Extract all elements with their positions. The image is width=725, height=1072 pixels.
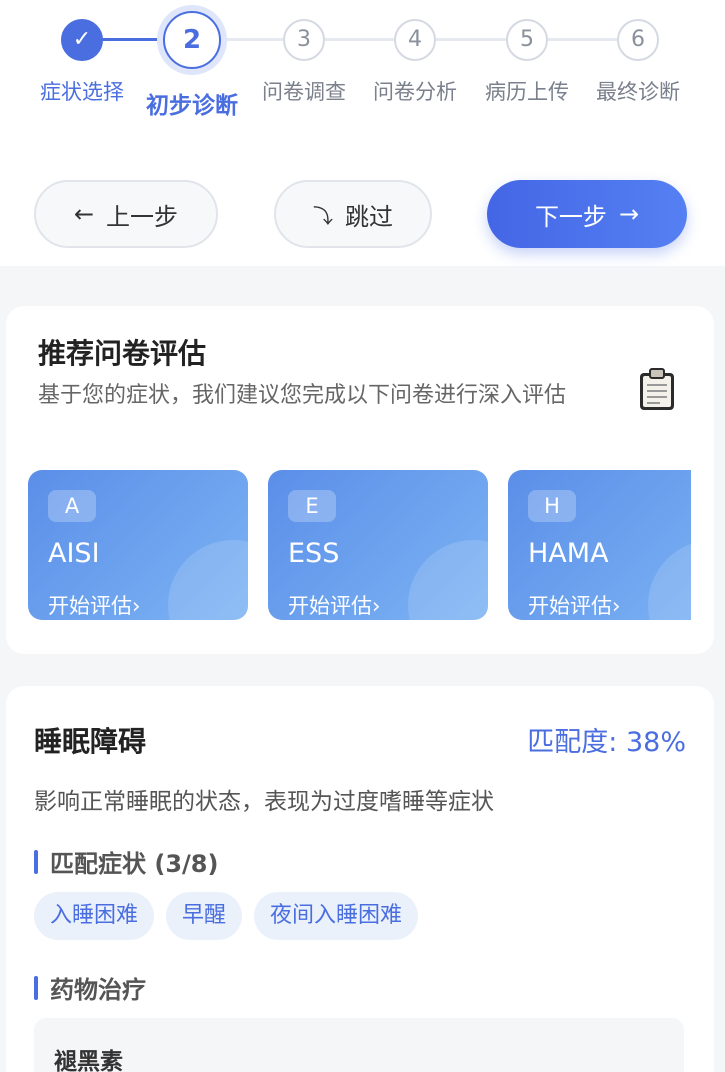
progress-stepper: ✓ 症状选择 2 初步诊断 3 问卷调查 4 问卷分析 5 病历上传 6 最终诊…: [0, 0, 725, 130]
questionnaire-title: 推荐问卷评估: [38, 337, 207, 370]
questionnaire-item-aisi[interactable]: A AISI 开始评估›: [28, 470, 248, 620]
questionnaire-card: 推荐问卷评估 基于您的症状，我们建议您完成以下问卷进行深入评估 A AISI 开…: [6, 306, 714, 654]
questionnaire-item-hama[interactable]: H HAMA 开始评估›: [508, 470, 691, 620]
previous-label: 上一步: [106, 202, 179, 231]
questionnaire-badge: A: [48, 490, 96, 522]
next-button[interactable]: 下一步 →: [487, 180, 687, 248]
top-panel: ✓ 症状选择 2 初步诊断 3 问卷调查 4 问卷分析 5 病历上传 6 最终诊…: [0, 0, 725, 266]
step-label: 问卷调查: [262, 80, 346, 104]
step-label: 最终诊断: [596, 80, 680, 104]
step-label: 问卷分析: [373, 80, 457, 104]
start-assessment-link[interactable]: 开始评估›: [528, 590, 620, 620]
questionnaire-name: AISI: [48, 538, 100, 569]
decorative-circle: [648, 540, 691, 620]
arrow-left-icon: ←: [73, 200, 95, 228]
arrow-right-icon: →: [618, 200, 640, 228]
match-score: 匹配度: 38%: [527, 727, 686, 758]
step-number: 5: [506, 19, 548, 61]
questionnaire-description: 基于您的症状，我们建议您完成以下问卷进行深入评估: [38, 383, 567, 408]
symptom-tags: 入睡困难 早醒 夜间入睡困难: [34, 892, 419, 940]
next-label: 下一步: [534, 202, 607, 231]
step-label: 症状选择: [40, 80, 124, 104]
questionnaire-badge: H: [528, 490, 576, 522]
clipboard-icon: [640, 368, 674, 410]
step-number: 3: [283, 19, 325, 61]
step-number: 6: [617, 19, 659, 61]
previous-button[interactable]: ← 上一步: [34, 180, 218, 248]
matched-symptoms-heading: 匹配症状 (3/8): [34, 844, 218, 879]
skip-button[interactable]: ⤵ 跳过: [274, 180, 432, 248]
questionnaire-list[interactable]: A AISI 开始评估› E ESS 开始评估› H HAMA 开始评估›: [28, 470, 691, 622]
skip-arrow-icon: ⤵: [313, 203, 333, 228]
step-label: 初步诊断: [146, 93, 238, 119]
chevron-right-icon: ›: [132, 594, 141, 618]
diagnosis-card[interactable]: 睡眠障碍 匹配度: 38% 影响正常睡眠的状态，表现为过度嗜睡等症状 匹配症状 …: [6, 686, 714, 1072]
step-label: 病历上传: [485, 80, 569, 104]
decorative-circle: [168, 540, 248, 620]
drug-name: 褪黑素: [54, 1049, 123, 1072]
drug-treatment-heading: 药物治疗: [34, 970, 146, 1005]
start-assessment-link[interactable]: 开始评估›: [288, 590, 380, 620]
symptom-tag: 夜间入睡困难: [254, 892, 419, 940]
diagnosis-title: 睡眠障碍: [34, 725, 147, 758]
step-number: 4: [394, 19, 436, 61]
start-assessment-link[interactable]: 开始评估›: [48, 590, 140, 620]
symptom-tag: 入睡困难: [34, 892, 155, 940]
questionnaire-item-ess[interactable]: E ESS 开始评估›: [268, 470, 488, 620]
step-number: 2: [163, 11, 221, 69]
symptom-tag: 早醒: [166, 892, 243, 940]
chevron-right-icon: ›: [612, 594, 621, 618]
questionnaire-name: HAMA: [528, 538, 609, 569]
decorative-circle: [408, 540, 488, 620]
drug-item[interactable]: 褪黑素: [34, 1018, 684, 1072]
chevron-right-icon: ›: [372, 594, 381, 618]
diagnosis-description: 影响正常睡眠的状态，表现为过度嗜睡等症状: [34, 789, 494, 815]
questionnaire-name: ESS: [288, 538, 340, 569]
check-icon: ✓: [61, 19, 103, 61]
questionnaire-badge: E: [288, 490, 336, 522]
skip-label: 跳过: [345, 202, 393, 231]
